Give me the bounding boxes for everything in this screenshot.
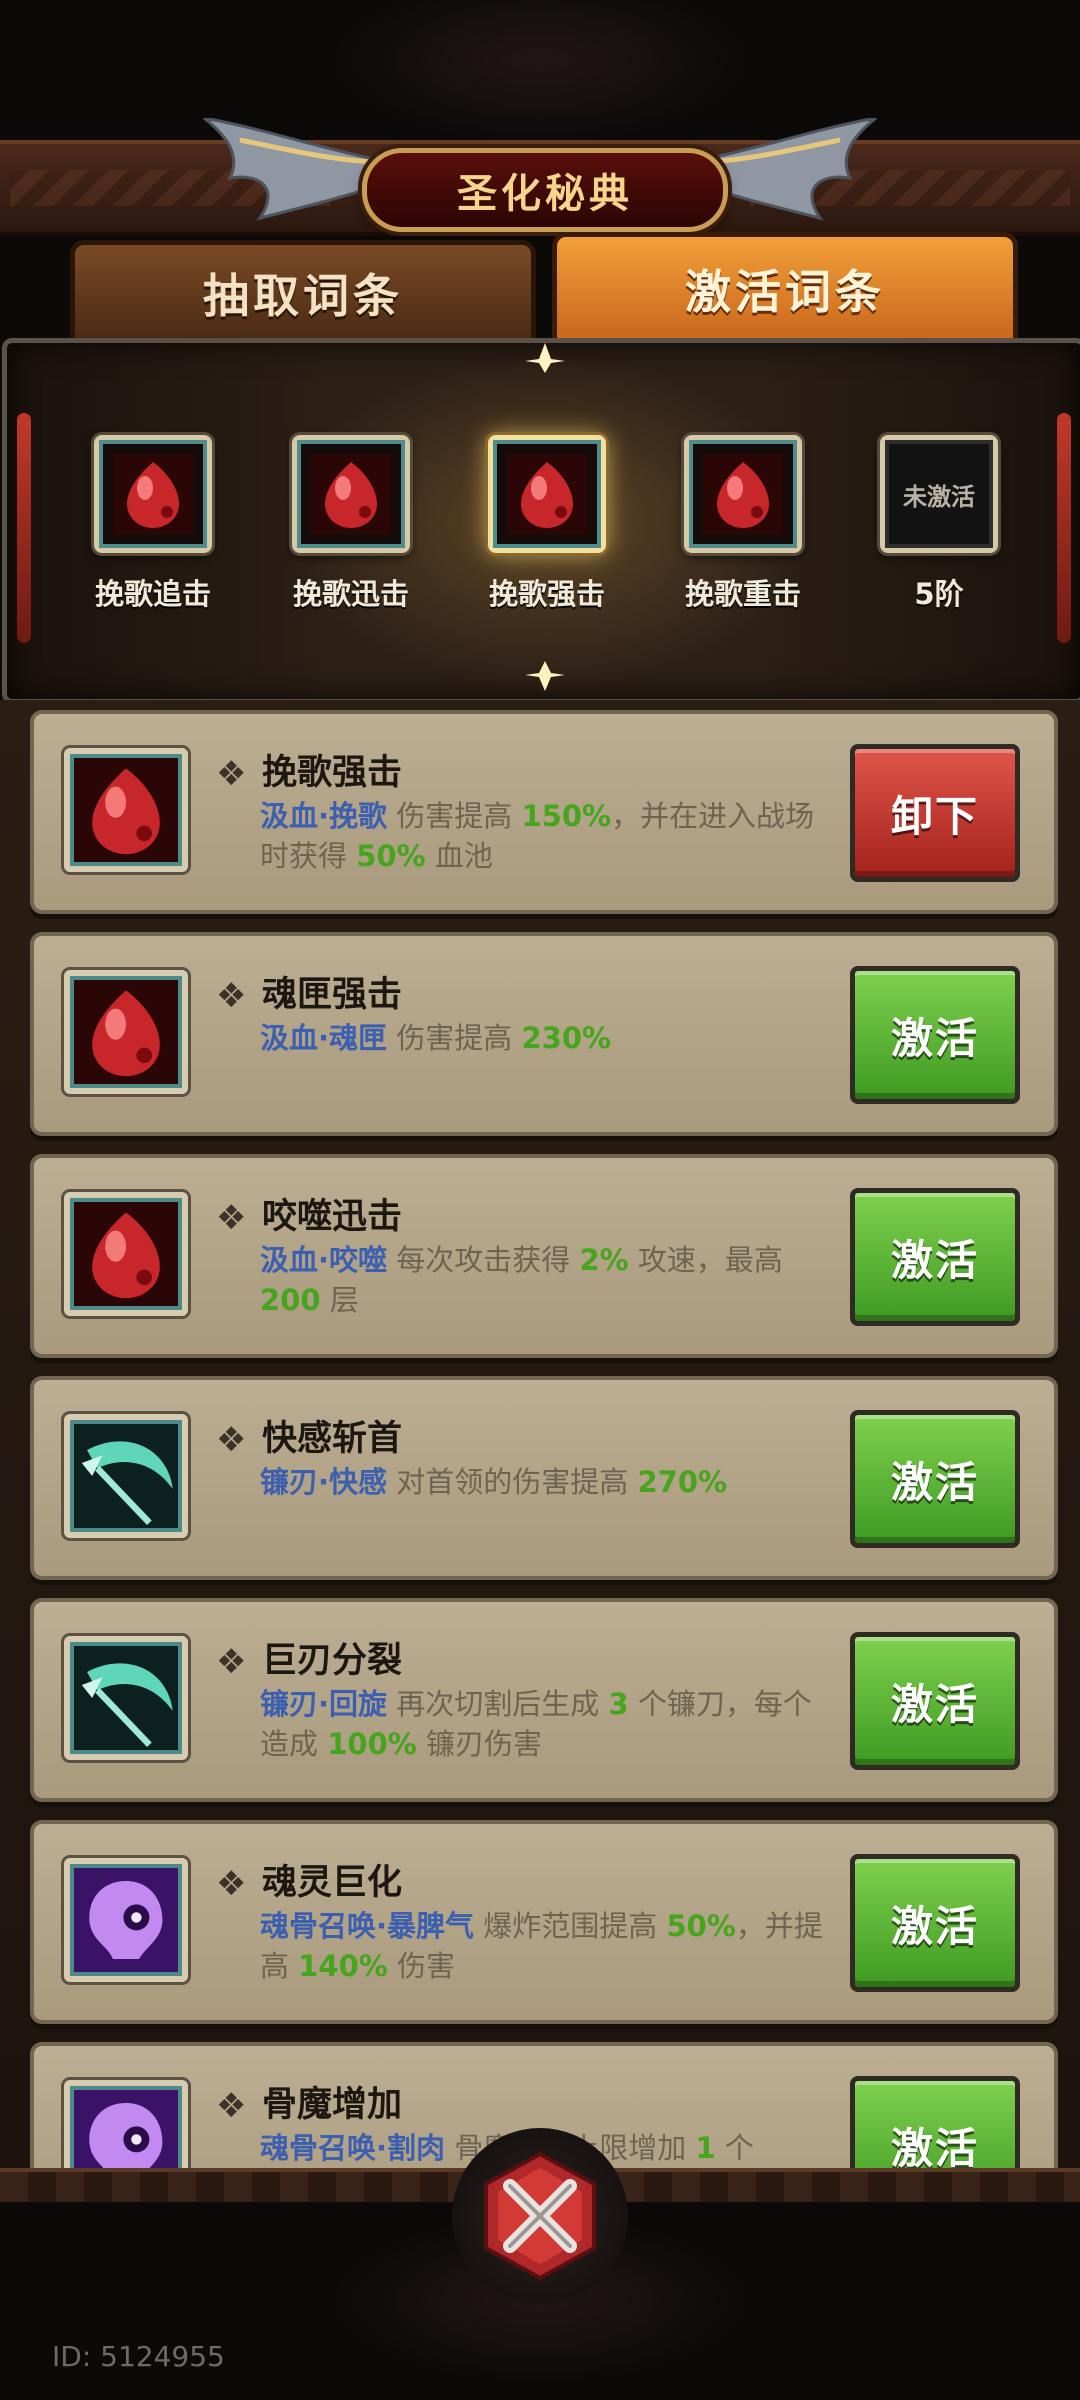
desc-text: 伤害提高: [396, 799, 522, 833]
desc-text: 攻速，最高: [628, 1243, 783, 1277]
desc-number: 230%: [521, 1021, 612, 1055]
slot-label: 挽歌强击: [488, 577, 605, 611]
panel-post-right: [1057, 413, 1071, 643]
desc-number: 270%: [637, 1465, 728, 1499]
desc-number: 50%: [666, 1909, 736, 1943]
equipped-slot-empty[interactable]: 未激活 5阶: [873, 435, 1005, 613]
star-sparkle-icon: [525, 343, 565, 373]
entry-card: ❖ 魂灵巨化 魂骨召唤·暴脾气 爆炸范围提高 50%，并提高 140% 伤害 激…: [30, 1820, 1058, 2024]
star-sparkle-icon: [525, 661, 565, 691]
desc-text: 爆炸范围提高: [483, 1909, 667, 1943]
entry-description: 魂骨召唤·暴脾气 爆炸范围提高 50%，并提高 140% 伤害: [260, 1906, 840, 1986]
entry-name: 骨魔增加: [262, 2085, 403, 2125]
blood-drop-icon: [703, 454, 783, 534]
desc-text: 镰刃伤害: [416, 1727, 543, 1761]
entry-tag: 汲血·咬噬: [260, 1243, 388, 1277]
activate-button[interactable]: 激活: [850, 1410, 1020, 1548]
user-id-label: ID: 5124955: [52, 2340, 225, 2373]
entry-description: 汲血·咬噬 每次攻击获得 2% 攻速，最高 200 层: [260, 1240, 840, 1320]
entry-tag: 魂骨召唤·暴脾气: [260, 1909, 475, 1943]
entry-description: 镰刃·回旋 再次切割后生成 3 个镰刀，每个造成 100% 镰刃伤害: [260, 1684, 840, 1764]
entry-tag: 魂骨召唤·割肉: [260, 2131, 446, 2165]
entry-name: 快感斩首: [262, 1419, 403, 1459]
entry-card: ❖ 挽歌强击 汲血·挽歌 伤害提高 150%，并在进入战场时获得 50% 血池 …: [30, 710, 1058, 914]
entry-card: ❖ 快感斩首 镰刃·快感 对首领的伤害提高 270% 激活: [30, 1376, 1058, 1580]
activate-button[interactable]: 激活: [850, 2076, 1020, 2170]
entry-description: 镰刃·快感 对首领的伤害提高 270%: [260, 1462, 840, 1502]
close-icon: [484, 2151, 596, 2281]
desc-text: 每次攻击获得: [396, 1243, 580, 1277]
entry-name: 魂匣强击: [262, 975, 403, 1015]
skull-spirit-icon: [74, 1868, 178, 1972]
entry-name: 咬噬迅击: [262, 1197, 403, 1237]
blood-drop-icon: [74, 980, 178, 1084]
empty-slot-text: 未激活: [885, 440, 993, 548]
desc-number: 2%: [579, 1243, 629, 1277]
desc-number: 1: [695, 2131, 716, 2165]
activate-button[interactable]: 激活: [850, 966, 1020, 1104]
equipped-panel: 挽歌追击 挽歌迅击 挽歌强击 挽歌重击 未激活 5阶: [2, 338, 1080, 704]
desc-number: 150%: [521, 799, 612, 833]
panel-post-left: [17, 413, 31, 643]
wing-left-icon: [203, 118, 370, 221]
equipped-slot[interactable]: 挽歌迅击: [285, 435, 417, 613]
scythe-icon: [74, 1424, 178, 1528]
desc-text: 层: [320, 1283, 359, 1317]
entry-name: 魂灵巨化: [262, 1863, 403, 1903]
diamond-bullet-icon: ❖: [216, 976, 247, 1016]
diamond-bullet-icon: ❖: [216, 1642, 247, 1682]
equipped-slot[interactable]: 挽歌追击: [87, 435, 219, 613]
desc-number: 50%: [356, 839, 426, 873]
skull-spirit-icon: [74, 2090, 178, 2170]
entry-tag: 镰刃·回旋: [260, 1687, 388, 1721]
desc-number: 100%: [327, 1727, 417, 1761]
diamond-bullet-icon: ❖: [216, 1420, 247, 1460]
blood-drop-icon: [74, 758, 178, 862]
activate-button[interactable]: 激活: [850, 1632, 1020, 1770]
entry-list[interactable]: ❖ 挽歌强击 汲血·挽歌 伤害提高 150%，并在进入战场时获得 50% 血池 …: [0, 700, 1080, 2170]
entry-tag: 汲血·挽歌: [260, 799, 388, 833]
tab-activate-entries[interactable]: 激活词条: [552, 232, 1018, 346]
blood-drop-icon: [311, 454, 391, 534]
diamond-bullet-icon: ❖: [216, 754, 247, 794]
entry-card: ❖ 咬噬迅击 汲血·咬噬 每次攻击获得 2% 攻速，最高 200 层 激活: [30, 1154, 1058, 1358]
slot-label: 挽歌追击: [94, 577, 211, 611]
equipped-slot-highlighted[interactable]: 挽歌强击: [481, 435, 613, 613]
entry-name: 巨刃分裂: [262, 1641, 403, 1681]
slot-label: 5阶: [914, 577, 964, 611]
page-title: 圣化秘典: [362, 148, 728, 232]
desc-number: 140%: [298, 1949, 388, 1983]
diamond-bullet-icon: ❖: [216, 1198, 247, 1238]
entry-card: ❖ 巨刃分裂 镰刃·回旋 再次切割后生成 3 个镰刀，每个造成 100% 镰刃伤…: [30, 1598, 1058, 1802]
entry-description: 汲血·魂匣 伤害提高 230%: [260, 1018, 840, 1058]
desc-text: 个: [715, 2131, 754, 2165]
blood-drop-icon: [74, 1202, 178, 1306]
desc-text: 伤害: [387, 1949, 456, 1983]
entry-tag: 镰刃·快感: [260, 1465, 388, 1499]
blood-drop-icon: [507, 454, 587, 534]
diamond-bullet-icon: ❖: [216, 2086, 247, 2126]
desc-number: 200: [260, 1283, 321, 1317]
tab-draw-entries[interactable]: 抽取词条: [70, 240, 536, 346]
activate-button[interactable]: 激活: [850, 1188, 1020, 1326]
desc-text: 再次切割后生成: [396, 1687, 609, 1721]
activate-button[interactable]: 激活: [850, 1854, 1020, 1992]
equipped-slot[interactable]: 挽歌重击: [677, 435, 809, 613]
entry-card: ❖ 魂匣强击 汲血·魂匣 伤害提高 230% 激活: [30, 932, 1058, 1136]
unequip-button[interactable]: 卸下: [850, 744, 1020, 882]
entry-name: 挽歌强击: [262, 753, 403, 793]
desc-text: 对首领的伤害提高: [396, 1465, 638, 1499]
desc-text: 血池: [425, 839, 493, 873]
entry-tag: 汲血·魂匣: [260, 1021, 388, 1055]
entry-description: 汲血·挽歌 伤害提高 150%，并在进入战场时获得 50% 血池: [260, 796, 840, 876]
slot-label: 挽歌迅击: [292, 577, 409, 611]
blood-drop-icon: [113, 454, 193, 534]
wing-right-icon: [710, 118, 877, 221]
slot-label: 挽歌重击: [684, 577, 801, 611]
scythe-icon: [74, 1646, 178, 1750]
desc-text: 伤害提高: [396, 1021, 522, 1055]
desc-number: 3: [608, 1687, 629, 1721]
close-button[interactable]: [452, 2128, 628, 2304]
diamond-bullet-icon: ❖: [216, 1864, 247, 1904]
